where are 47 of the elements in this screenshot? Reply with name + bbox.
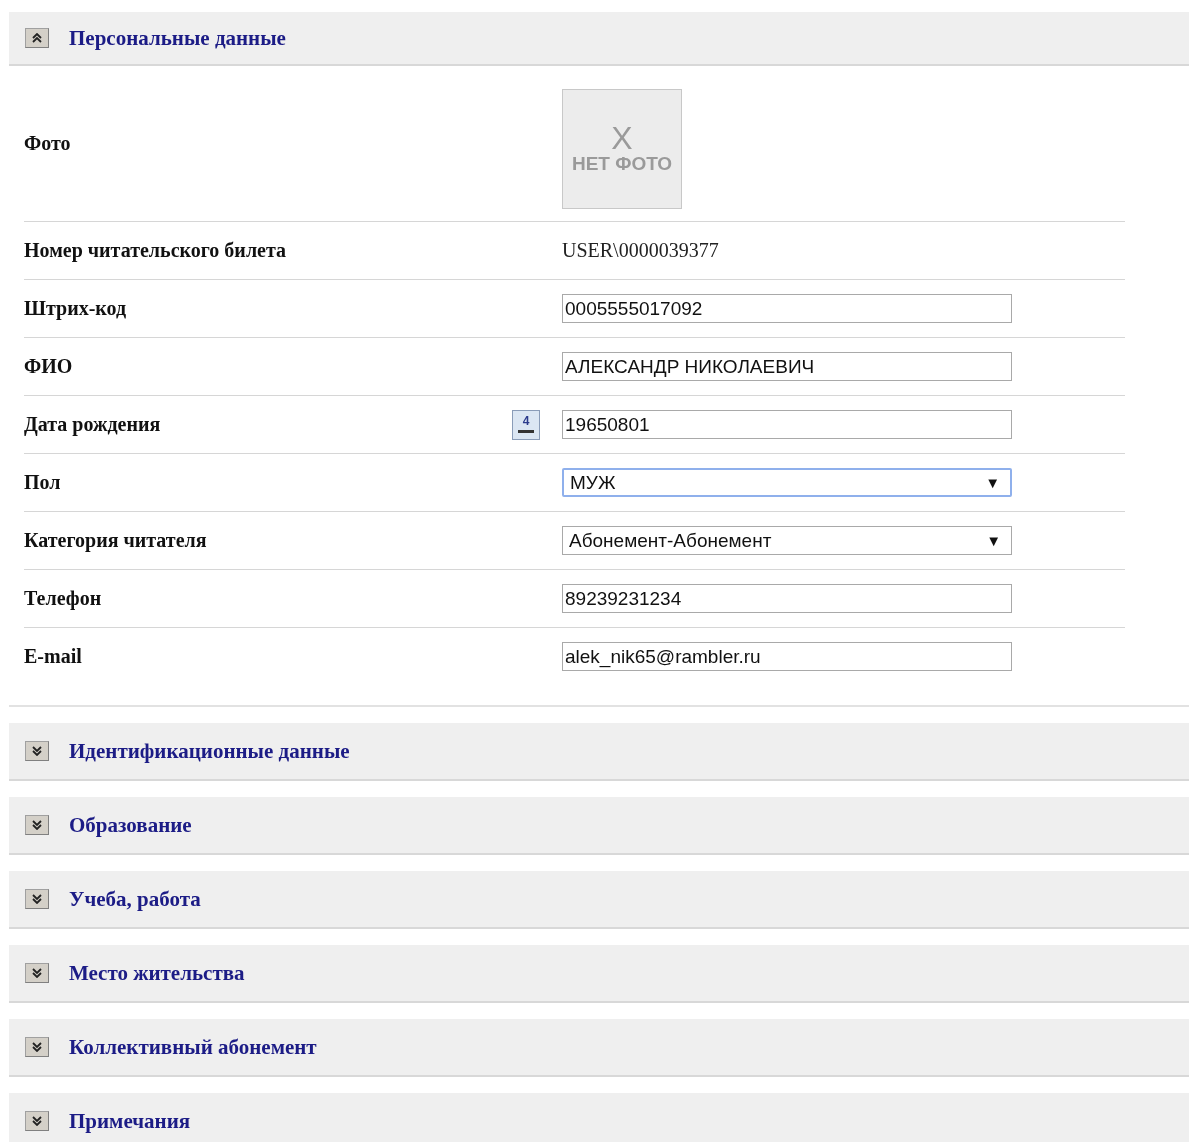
section-title[interactable]: Место жительства bbox=[69, 960, 245, 986]
section-header[interactable]: Примечания bbox=[9, 1093, 1189, 1142]
input-field[interactable]: АЛЕКСАНДР НИКОЛАЕВИЧ bbox=[562, 352, 1012, 381]
dropdown[interactable]: Абонемент-Абонемент ▼ bbox=[562, 526, 1012, 555]
section-title[interactable]: Коллективный абонемент bbox=[69, 1034, 317, 1060]
field-label: E-mail bbox=[24, 645, 83, 668]
field-label: Категория читателя bbox=[24, 529, 208, 552]
section-header[interactable]: Образование bbox=[9, 797, 1189, 855]
toggle-button[interactable] bbox=[25, 741, 49, 761]
section-title[interactable]: Примечания bbox=[69, 1108, 191, 1134]
field-label: Пол bbox=[24, 471, 62, 494]
expand-icon bbox=[32, 746, 42, 756]
toggle-button[interactable] bbox=[25, 28, 49, 48]
input-field[interactable]: alek_nik65@rambler.ru bbox=[562, 642, 1012, 671]
input-field[interactable]: 89239231234 bbox=[562, 584, 1012, 613]
expand-icon bbox=[32, 894, 42, 904]
toggle-button[interactable] bbox=[25, 815, 49, 835]
toggle-button[interactable] bbox=[25, 889, 49, 909]
expand-icon bbox=[32, 1116, 42, 1126]
section-title[interactable]: Идентификационные данные bbox=[69, 738, 350, 764]
section-header[interactable]: Учеба, работа bbox=[9, 871, 1189, 929]
section-title[interactable]: Учеба, работа bbox=[69, 886, 201, 912]
expand-icon bbox=[32, 968, 42, 978]
field-label: Дата рождения bbox=[24, 413, 162, 436]
expand-icon bbox=[32, 1042, 42, 1052]
toggle-button[interactable] bbox=[25, 1037, 49, 1057]
section-header[interactable]: Место жительства bbox=[9, 945, 1189, 1003]
field-label: ФИО bbox=[24, 355, 74, 378]
field-value: USER\0000039377 bbox=[562, 239, 720, 262]
field-label: Номер читательского билета bbox=[24, 239, 288, 262]
section-title[interactable]: Образование bbox=[69, 812, 192, 838]
input-field[interactable]: 0005555017092 bbox=[562, 294, 1012, 323]
section-header[interactable]: Идентификационные данные bbox=[9, 723, 1189, 781]
toggle-button[interactable] bbox=[25, 1111, 49, 1131]
input-field[interactable]: 19650801 bbox=[562, 410, 1012, 439]
dropdown[interactable]: МУЖ ▼ bbox=[562, 468, 1012, 497]
section-title[interactable]: Персональные данные bbox=[69, 25, 286, 51]
field-label: Штрих-код bbox=[24, 297, 128, 320]
collapse-icon bbox=[32, 33, 42, 43]
expand-icon bbox=[32, 820, 42, 830]
no-photo-image: X НЕТ ФОТО bbox=[562, 88, 682, 209]
toggle-button[interactable] bbox=[25, 963, 49, 983]
section-header[interactable]: Коллективный абонемент bbox=[9, 1019, 1189, 1077]
field-label: Фото bbox=[24, 132, 72, 155]
section-header[interactable]: Персональные данные bbox=[9, 12, 1189, 66]
field-label: Телефон bbox=[24, 587, 103, 610]
calendar-icon[interactable]: 4 bbox=[512, 409, 540, 440]
